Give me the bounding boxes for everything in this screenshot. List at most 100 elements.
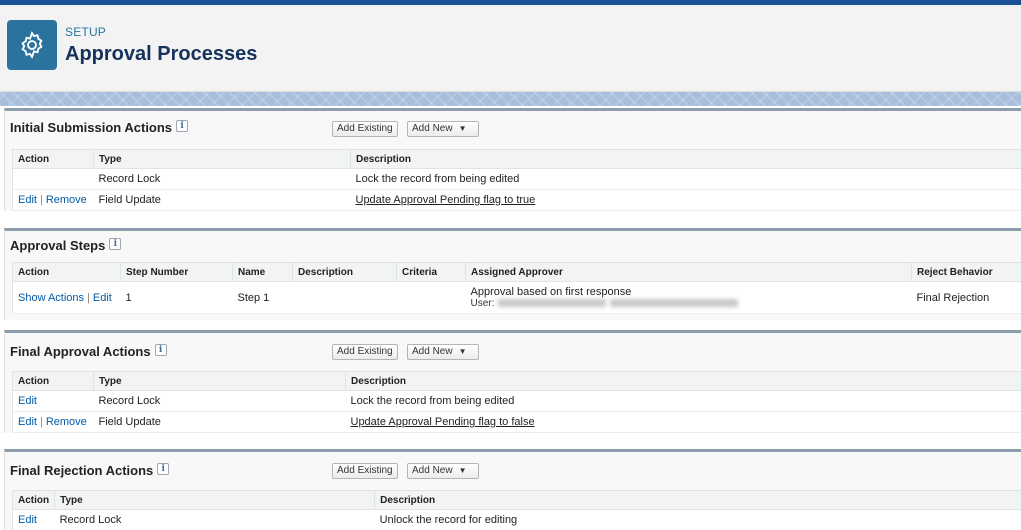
approval-steps-table: Action Step Number Name Description Crit… bbox=[12, 262, 1021, 314]
edit-link[interactable]: Edit bbox=[18, 514, 37, 526]
action-cell bbox=[12, 168, 94, 190]
final-approval-title: Final Approval Actions bbox=[10, 344, 151, 359]
step-description-cell bbox=[292, 281, 397, 314]
column-header: Assigned Approver bbox=[465, 262, 912, 282]
table-row: Record Lock Lock the record from being e… bbox=[12, 168, 1021, 190]
approver-user-label: User: bbox=[470, 298, 495, 309]
step-name-cell: Step 1 bbox=[232, 281, 293, 314]
assigned-approver-cell: Approval based on first response User: bbox=[465, 281, 912, 314]
add-existing-button[interactable]: Add Existing bbox=[332, 463, 398, 479]
reject-behavior-cell: Final Rejection bbox=[911, 281, 1021, 314]
info-icon[interactable]: i bbox=[154, 344, 167, 356]
description-link[interactable]: Update Approval Pending flag to false bbox=[351, 416, 535, 428]
description-link[interactable]: Update Approval Pending flag to true bbox=[356, 194, 536, 206]
separator: | bbox=[87, 291, 90, 304]
action-cell: Edit | Remove bbox=[12, 189, 94, 211]
column-header: Action bbox=[12, 490, 56, 510]
section-title: Approval Steps i bbox=[10, 238, 122, 253]
initial-submission-table: Action Type Description Record Lock Lock… bbox=[12, 149, 1021, 211]
column-header: Type bbox=[93, 371, 346, 391]
info-icon[interactable]: i bbox=[157, 463, 170, 475]
step-criteria-cell bbox=[396, 281, 466, 314]
section-title: Final Rejection Actions i bbox=[10, 463, 170, 478]
table-header-row: Action Step Number Name Description Crit… bbox=[12, 262, 1021, 282]
page-title: Approval Processes bbox=[65, 43, 258, 65]
decorative-band bbox=[0, 92, 1021, 106]
type-cell: Field Update bbox=[93, 411, 346, 433]
type-cell: Record Lock bbox=[54, 509, 375, 530]
chevron-down-icon: ▼ bbox=[458, 466, 467, 475]
chevron-down-icon: ▼ bbox=[458, 347, 467, 356]
type-cell: Record Lock bbox=[93, 390, 346, 412]
description-cell: Update Approval Pending flag to true bbox=[350, 189, 1021, 211]
column-header: Description bbox=[292, 262, 397, 282]
show-actions-link[interactable]: Show Actions bbox=[18, 292, 84, 304]
description-cell: Update Approval Pending flag to false bbox=[345, 411, 1021, 433]
column-header: Description bbox=[345, 371, 1021, 391]
column-header: Type bbox=[54, 490, 376, 510]
add-new-label: Add New bbox=[412, 346, 453, 357]
final-approval-table: Action Type Description Edit Record Lock… bbox=[12, 371, 1021, 433]
table-row: Edit Record Lock Lock the record from be… bbox=[12, 390, 1021, 412]
approval-steps-title: Approval Steps bbox=[10, 238, 106, 253]
edit-link[interactable]: Edit bbox=[18, 416, 37, 428]
add-new-button[interactable]: Add New ▼ bbox=[407, 344, 479, 360]
column-header: Type bbox=[93, 149, 351, 169]
final-rejection-title: Final Rejection Actions bbox=[10, 463, 154, 478]
approver-type: Approval based on first response bbox=[470, 286, 632, 298]
info-icon[interactable]: i bbox=[109, 238, 122, 250]
section-title: Initial Submission Actions i bbox=[10, 120, 189, 135]
table-row: Show Actions | Edit 1 Step 1 Approval base… bbox=[12, 281, 1021, 314]
breadcrumb-setup[interactable]: SETUP bbox=[65, 25, 106, 39]
column-header: Name bbox=[232, 262, 293, 282]
final-approval-section: Final Approval Actions i Add Existing Add… bbox=[4, 330, 1021, 433]
final-rejection-section: Final Rejection Actions i Add Existing Ad… bbox=[4, 449, 1021, 530]
table-header-row: Action Type Description bbox=[12, 149, 1021, 169]
column-header: Action bbox=[12, 371, 94, 391]
redacted-user-name bbox=[498, 299, 607, 308]
approver-user: User: bbox=[471, 298, 907, 309]
step-number-cell: 1 bbox=[120, 281, 233, 314]
description-cell: Unlock the record for editing bbox=[374, 509, 1021, 530]
add-existing-button[interactable]: Add Existing bbox=[332, 344, 398, 360]
column-header: Step Number bbox=[120, 262, 233, 282]
edit-link[interactable]: Edit bbox=[18, 395, 37, 407]
add-new-label: Add New bbox=[412, 123, 453, 134]
column-header: Description bbox=[374, 490, 1021, 510]
table-row: Edit | Remove Field Update Update Approval… bbox=[12, 189, 1021, 211]
redacted-user-name bbox=[610, 299, 739, 308]
info-icon[interactable]: i bbox=[176, 120, 189, 132]
remove-link[interactable]: Remove bbox=[46, 194, 87, 206]
column-header: Description bbox=[350, 149, 1021, 169]
separator: | bbox=[39, 416, 43, 428]
column-header: Action bbox=[12, 149, 94, 169]
page-header: SETUP Approval Processes bbox=[0, 5, 1021, 92]
initial-submission-title: Initial Submission Actions bbox=[10, 120, 173, 135]
edit-link[interactable]: Edit bbox=[93, 292, 112, 304]
table-row: Edit | Remove Field Update Update Approval… bbox=[12, 411, 1021, 433]
type-cell: Field Update bbox=[93, 189, 351, 211]
add-existing-button[interactable]: Add Existing bbox=[332, 121, 398, 137]
table-row: Edit Record Lock Unlock the record for e… bbox=[12, 509, 1021, 530]
action-cell: Show Actions | Edit bbox=[12, 281, 121, 314]
final-rejection-table: Action Type Description Edit Record Lock… bbox=[12, 490, 1021, 530]
column-header: Reject Behavior bbox=[911, 262, 1021, 282]
add-new-button[interactable]: Add New ▼ bbox=[407, 121, 479, 137]
approval-steps-section: Approval Steps i Action Step Number Name … bbox=[4, 228, 1021, 320]
edit-link[interactable]: Edit bbox=[18, 194, 37, 206]
description-cell: Lock the record from being edited bbox=[345, 390, 1021, 412]
remove-link[interactable]: Remove bbox=[46, 416, 87, 428]
action-cell: Edit bbox=[12, 390, 94, 412]
add-new-label: Add New bbox=[412, 465, 453, 476]
action-cell: Edit bbox=[12, 509, 55, 530]
type-cell: Record Lock bbox=[93, 168, 351, 190]
action-cell: Edit | Remove bbox=[12, 411, 94, 433]
table-header-row: Action Type Description bbox=[12, 490, 1021, 510]
separator: | bbox=[39, 194, 43, 206]
add-new-button[interactable]: Add New ▼ bbox=[407, 463, 479, 479]
table-header-row: Action Type Description bbox=[12, 371, 1021, 391]
description-cell: Lock the record from being edited bbox=[350, 168, 1021, 190]
setup-gear-icon-tile bbox=[7, 20, 57, 70]
column-header: Action bbox=[12, 262, 121, 282]
section-title: Final Approval Actions i bbox=[10, 344, 167, 359]
